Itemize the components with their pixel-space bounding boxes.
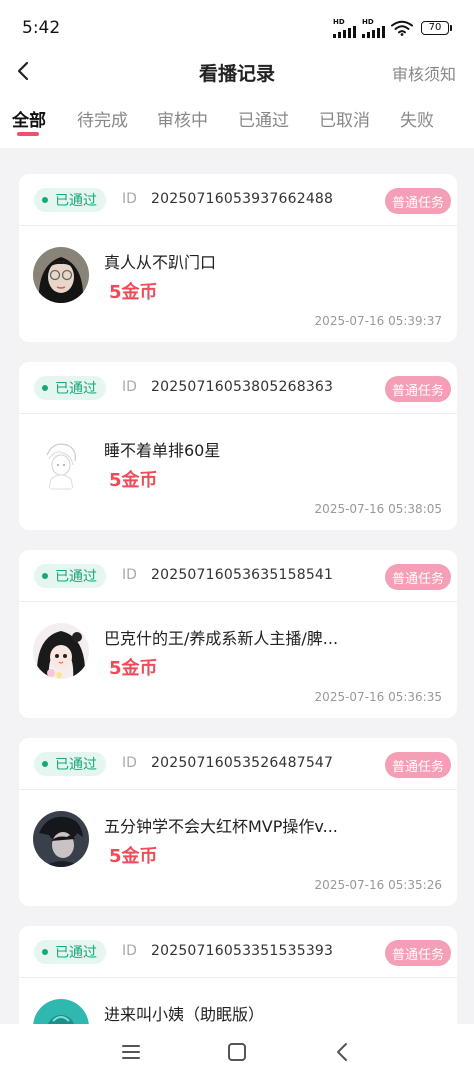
record-time: 2025-07-16 05:39:37 — [314, 314, 442, 328]
tab-all[interactable]: 全部 — [12, 106, 46, 131]
system-nav-bar — [0, 1024, 474, 1080]
task-type-badge: 普通任务 — [384, 376, 451, 402]
stream-title: 巴克什的王/养成系新人主播/脾... — [104, 629, 339, 648]
task-type-badge: 普通任务 — [384, 564, 451, 590]
card-header: 已通过 ID 20250716053635158541 普通任务 — [19, 550, 457, 602]
record-card[interactable]: 已通过 ID 20250716053351535393 普通任务 进来叫小姨（助… — [19, 926, 457, 1024]
wifi-icon — [391, 20, 413, 36]
status-label: 已通过 — [55, 381, 97, 397]
filter-tabs: 全部 待完成 审核中 已通过 已取消 失败 — [0, 86, 474, 148]
status-badge: 已通过 — [34, 564, 106, 588]
coin-reward: 5金币 — [109, 282, 158, 303]
card-header: 已通过 ID 20250716053805268363 普通任务 — [19, 362, 457, 414]
stream-title: 进来叫小姨（助眠版） — [104, 1005, 265, 1024]
card-header: 已通过 ID 20250716053937662488 普通任务 — [19, 174, 457, 226]
status-label: 已通过 — [55, 945, 97, 961]
record-card[interactable]: 已通过 ID 20250716053635158541 普通任务 巴克什的王/养… — [19, 550, 457, 718]
record-time: 2025-07-16 05:38:05 — [314, 502, 442, 516]
tab-pending[interactable]: 待完成 — [77, 106, 128, 131]
id-label: ID — [122, 755, 137, 771]
stream-title: 睡不着单排60星 — [104, 441, 221, 460]
status-icons: HD HD 70 — [333, 17, 452, 38]
stream-title: 五分钟学不会大红杯MVP操作v... — [104, 817, 338, 836]
home-icon — [228, 1043, 246, 1061]
id-label: ID — [122, 943, 137, 959]
avatar — [33, 435, 89, 491]
review-notice-link[interactable]: 审核须知 — [392, 61, 456, 85]
status-badge: 已通过 — [34, 188, 106, 212]
status-label: 已通过 — [55, 569, 97, 585]
id-label: ID — [122, 379, 137, 395]
active-tab-indicator — [17, 132, 39, 136]
system-back-button[interactable] — [329, 1040, 355, 1064]
status-label: 已通过 — [55, 757, 97, 773]
avatar — [33, 999, 89, 1024]
tab-failed[interactable]: 失败 — [400, 106, 434, 131]
coin-reward: 5金币 — [109, 658, 158, 679]
tab-reviewing[interactable]: 审核中 — [157, 106, 208, 131]
status-label: 已通过 — [55, 193, 97, 209]
record-list[interactable]: 已通过 ID 20250716053937662488 普通任务 真人从不趴门口… — [0, 148, 474, 1024]
record-card[interactable]: 已通过 ID 20250716053805268363 普通任务 睡不着单排60… — [19, 362, 457, 530]
record-time: 2025-07-16 05:36:35 — [314, 690, 442, 704]
signal-icon: HD — [333, 17, 356, 38]
stream-title: 真人从不趴门口 — [104, 253, 217, 272]
id-label: ID — [122, 191, 137, 207]
record-card[interactable]: 已通过 ID 20250716053526487547 普通任务 五分钟学不会大… — [19, 738, 457, 906]
tab-cancelled[interactable]: 已取消 — [319, 106, 370, 131]
card-header: 已通过 ID 20250716053351535393 普通任务 — [19, 926, 457, 978]
coin-reward: 5金币 — [109, 470, 158, 491]
card-header: 已通过 ID 20250716053526487547 普通任务 — [19, 738, 457, 790]
back-arrow-icon — [17, 61, 29, 81]
menu-button[interactable] — [118, 1040, 144, 1064]
status-time: 5:42 — [22, 18, 61, 38]
status-bar: 5:42 HD HD 70 — [0, 0, 474, 56]
record-card[interactable]: 已通过 ID 20250716053937662488 普通任务 真人从不趴门口… — [19, 174, 457, 342]
battery-level: 70 — [421, 21, 449, 35]
home-button[interactable] — [224, 1040, 250, 1064]
avatar — [33, 811, 89, 867]
avatar — [33, 247, 89, 303]
battery-icon: 70 — [421, 21, 452, 35]
hd-label: HD — [362, 17, 374, 26]
record-id: 20250716053526487547 — [151, 755, 334, 771]
avatar — [33, 623, 89, 679]
back-button[interactable] — [10, 56, 36, 86]
signal-icon: HD — [362, 17, 385, 38]
tab-approved[interactable]: 已通过 — [238, 106, 289, 131]
id-label: ID — [122, 567, 137, 583]
record-id: 20250716053937662488 — [151, 191, 334, 207]
status-badge: 已通过 — [34, 940, 106, 964]
menu-icon — [122, 1045, 140, 1059]
coin-reward: 5金币 — [109, 846, 158, 867]
back-icon — [337, 1043, 347, 1061]
hd-label: HD — [333, 17, 345, 26]
status-badge: 已通过 — [34, 752, 106, 776]
nav-bar: 看播记录 审核须知 — [0, 56, 474, 86]
record-id: 20250716053351535393 — [151, 943, 334, 959]
record-id: 20250716053635158541 — [151, 567, 334, 583]
task-type-badge: 普通任务 — [384, 752, 451, 778]
status-badge: 已通过 — [34, 376, 106, 400]
record-id: 20250716053805268363 — [151, 379, 334, 395]
task-type-badge: 普通任务 — [384, 940, 451, 966]
record-time: 2025-07-16 05:35:26 — [314, 878, 442, 892]
task-type-badge: 普通任务 — [384, 188, 451, 214]
